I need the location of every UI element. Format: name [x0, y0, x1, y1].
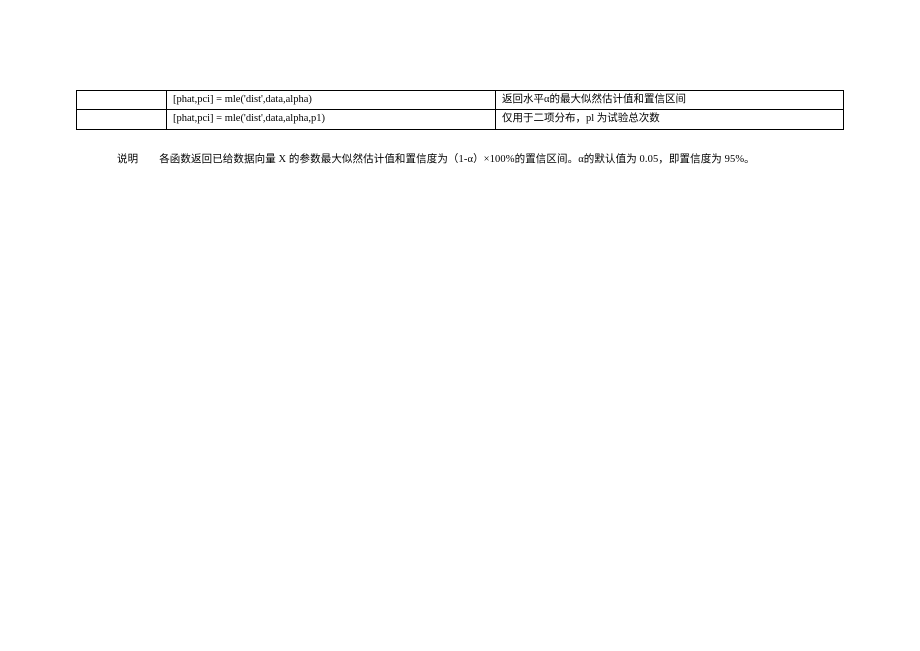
explain-text: 各函数返回已给数据向量 X 的参数最大似然估计值和置信度为（1-α）×100%的… — [159, 154, 755, 165]
cell-syntax: [phat,pci] = mle('dist',data,alpha) — [167, 91, 496, 110]
param-table-wrap: [phat,pci] = mle('dist',data,alpha) 返回水平… — [76, 90, 844, 130]
cell-blank — [77, 110, 167, 129]
cell-desc: 仅用于二项分布，pl 为试验总次数 — [496, 110, 844, 129]
cell-desc: 返回水平α的最大似然估计值和置信区间 — [496, 91, 844, 110]
cell-syntax: [phat,pci] = mle('dist',data,alpha,p1) — [167, 110, 496, 129]
table-row: [phat,pci] = mle('dist',data,alpha,p1) 仅… — [77, 110, 844, 129]
explanation-paragraph: 说明 各函数返回已给数据向量 X 的参数最大似然估计值和置信度为（1-α）×100… — [96, 152, 824, 168]
param-table: [phat,pci] = mle('dist',data,alpha) 返回水平… — [76, 90, 844, 130]
explain-label: 说明 — [117, 154, 138, 165]
table-row: [phat,pci] = mle('dist',data,alpha) 返回水平… — [77, 91, 844, 110]
cell-blank — [77, 91, 167, 110]
